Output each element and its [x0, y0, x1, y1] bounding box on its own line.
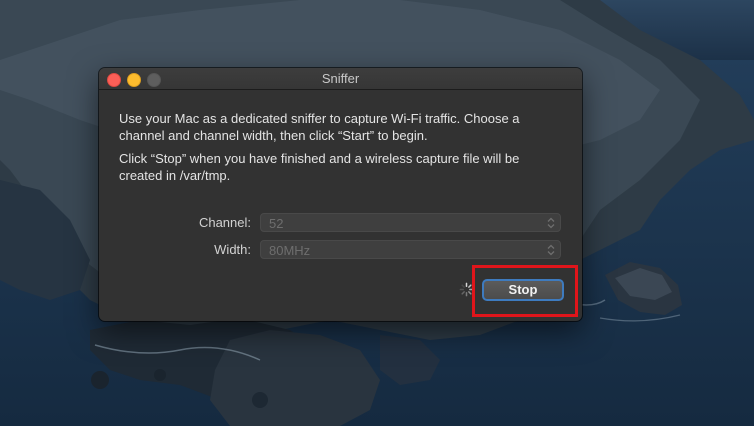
chevron-updown-icon: [547, 244, 555, 256]
instructions-paragraph-1: Use your Mac as a dedicated sniffer to c…: [119, 111, 520, 143]
width-value: 80MHz: [269, 243, 311, 258]
window-titlebar[interactable]: Sniffer: [99, 68, 582, 90]
channel-label: Channel:: [198, 215, 251, 230]
channel-value: 52: [269, 216, 284, 231]
instructions-paragraph-2: Click “Stop” when you have finished and …: [119, 151, 520, 183]
width-popup[interactable]: 80MHz: [260, 240, 561, 259]
chevron-updown-icon: [547, 217, 555, 229]
window-title: Sniffer: [321, 71, 360, 86]
stop-button-highlight-box: [472, 265, 578, 317]
channel-popup[interactable]: 52: [260, 213, 561, 232]
width-label: Width:: [214, 242, 251, 257]
